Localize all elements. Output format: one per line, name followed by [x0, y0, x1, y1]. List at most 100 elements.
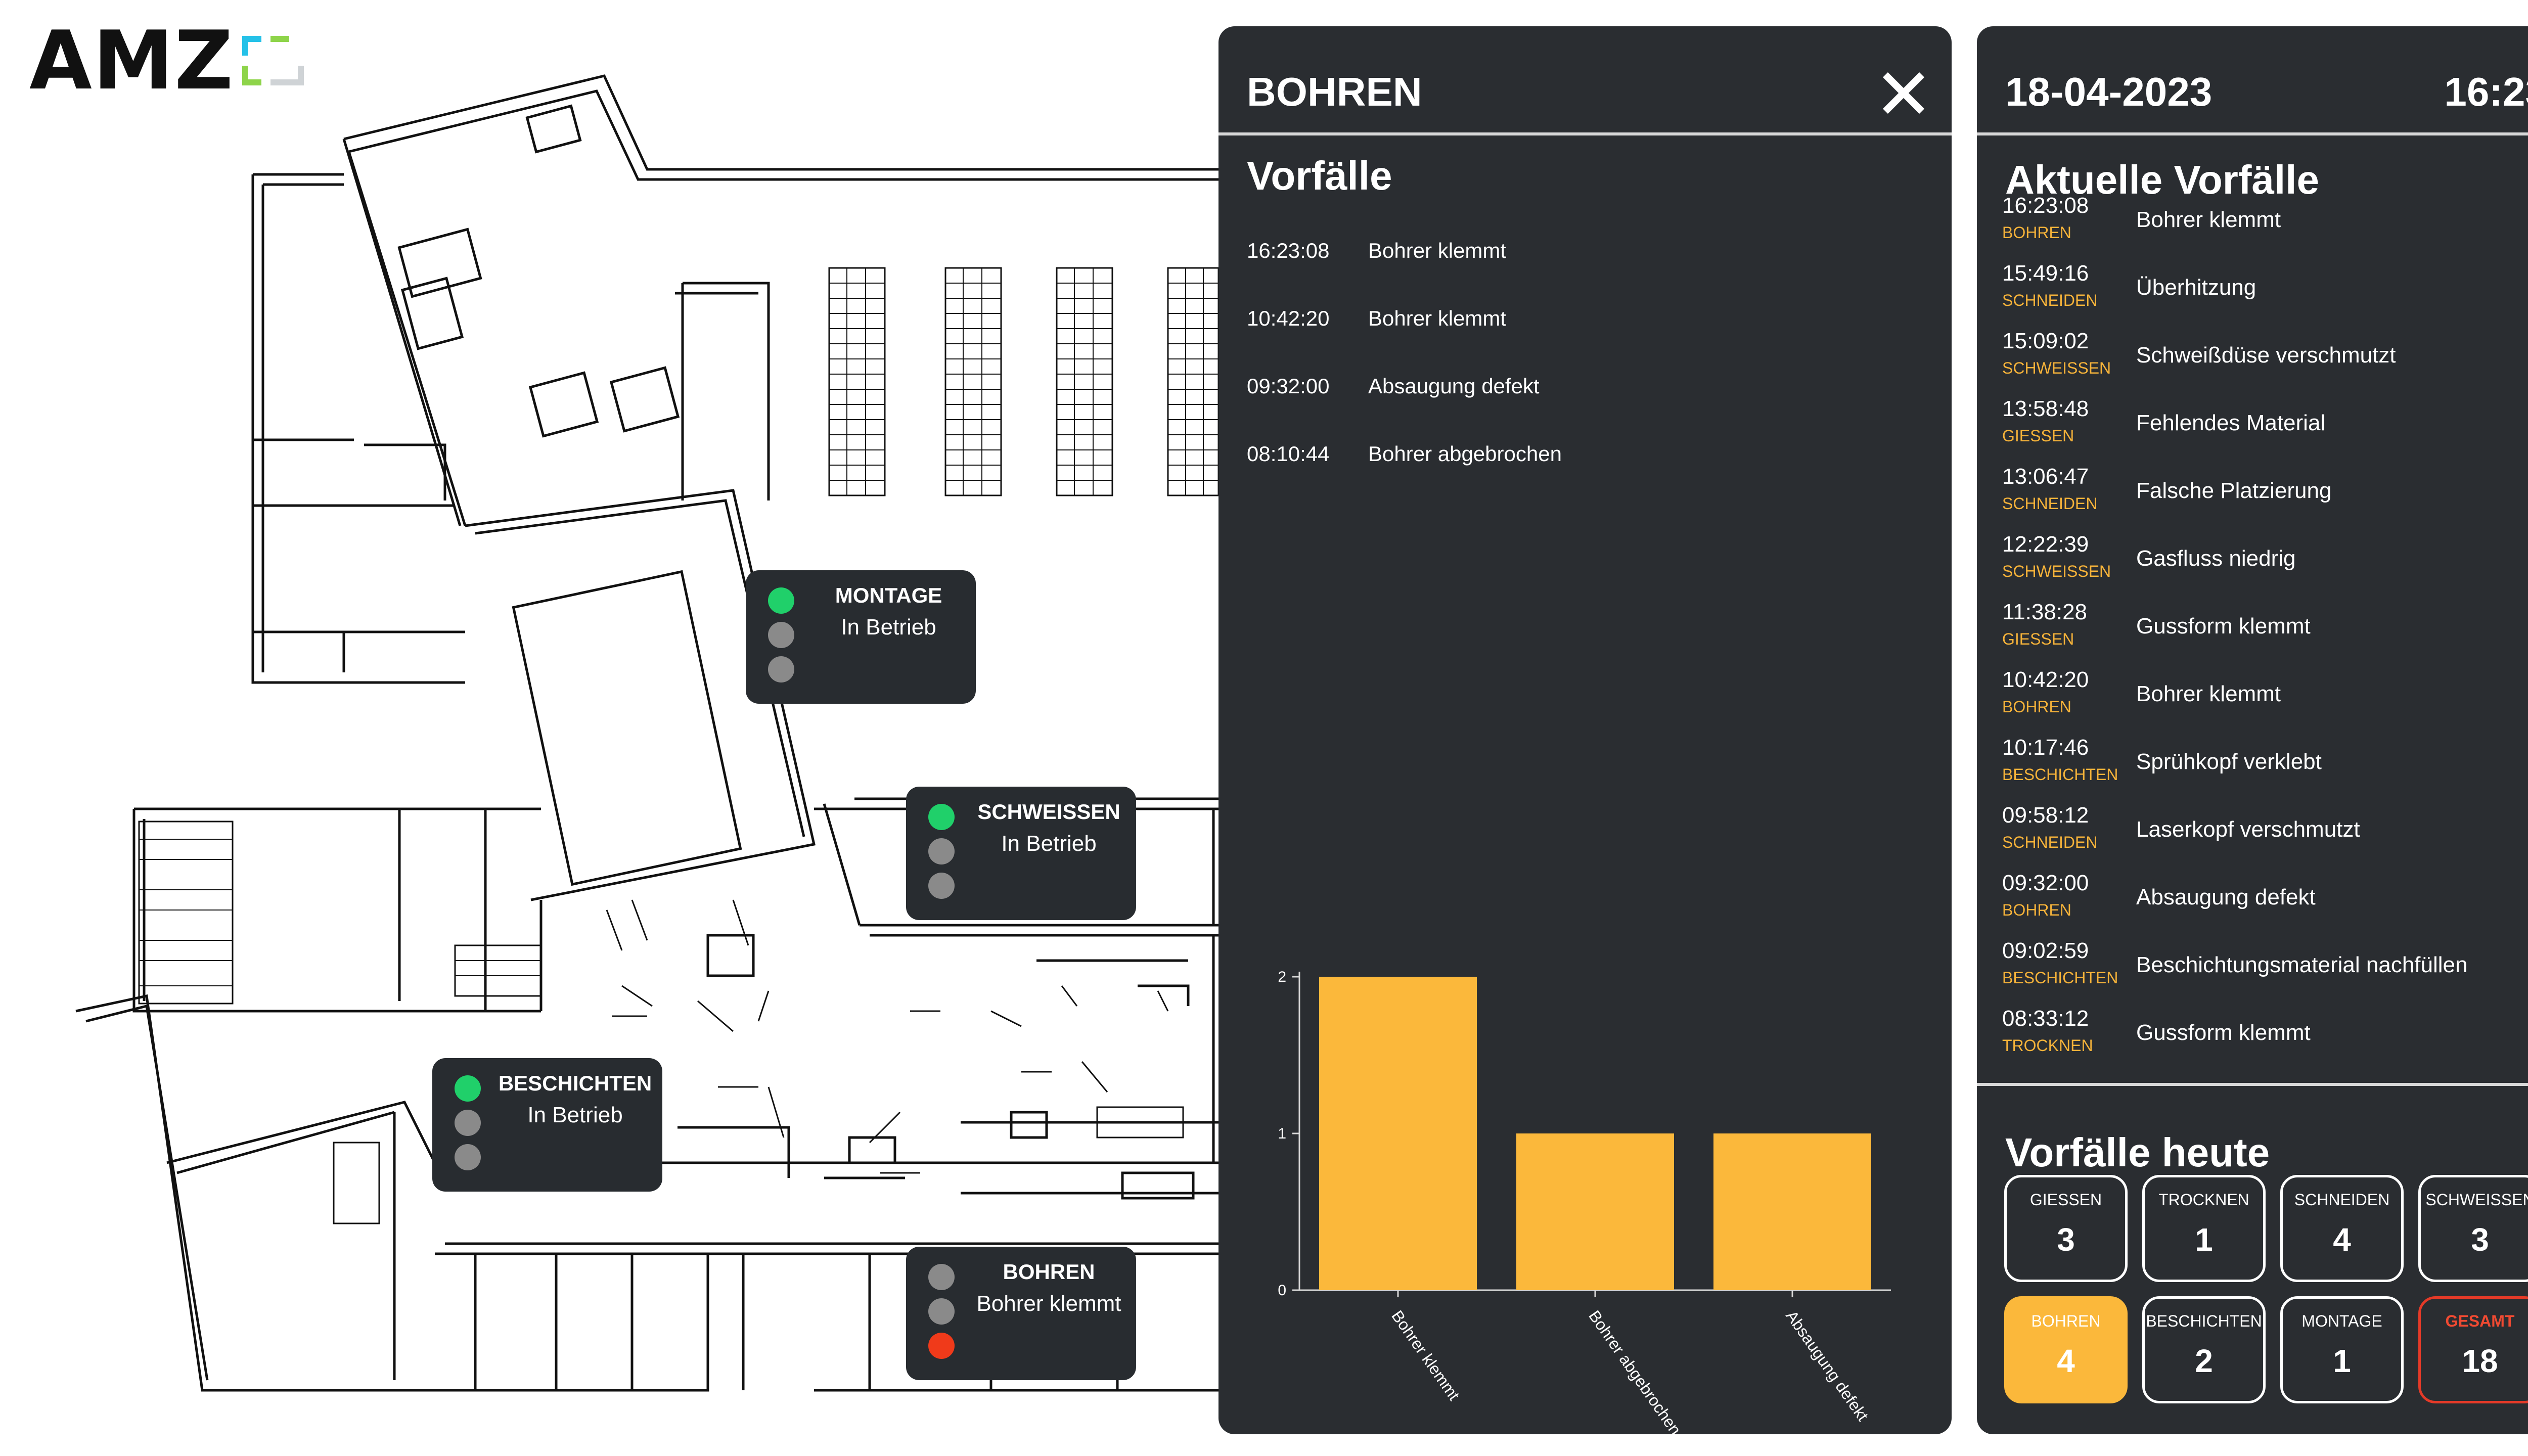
incident-time: 10:17:46 — [2002, 735, 2089, 760]
count-tile-beschichten[interactable]: BESCHICHTEN 2 — [2142, 1296, 2266, 1403]
status-light-yellow — [928, 1298, 955, 1325]
incident-desc: Bohrer klemmt — [2136, 207, 2281, 232]
count-tile-giessen[interactable]: GIESSEN 3 — [2004, 1175, 2128, 1282]
incident-location: BOHREN — [2002, 698, 2071, 716]
incident-time: 13:06:47 — [2002, 464, 2089, 489]
status-light-green — [928, 804, 955, 830]
tile-label: SCHWEISSEN — [2425, 1191, 2528, 1209]
incident-time: 16:23:08 — [2002, 193, 2089, 218]
current-incident-item[interactable]: 15:49:16 SCHNEIDEN Überhitzung — [2002, 261, 2528, 327]
status-light-green — [455, 1075, 481, 1102]
incident-time: 09:02:59 — [2002, 938, 2089, 963]
status-light-green — [928, 1264, 955, 1290]
tile-count: 2 — [2195, 1343, 2213, 1379]
count-tile-schneiden[interactable]: SCHNEIDEN 4 — [2280, 1175, 2404, 1282]
incident-desc: Bohrer klemmt — [1368, 306, 1507, 330]
count-tile-bohren[interactable]: BOHREN 4 — [2004, 1296, 2128, 1403]
current-incident-item[interactable]: 08:33:12 TROCKNEN Gussform klemmt — [2002, 1006, 2528, 1072]
incident-location: SCHNEIDEN — [2002, 494, 2098, 513]
incident-desc: Absaugung defekt — [2136, 885, 2316, 909]
logo: AMZ — [29, 20, 307, 101]
incident-desc: Überhitzung — [2136, 275, 2256, 300]
incident-desc: Gussform klemmt — [2136, 614, 2311, 639]
incidents-heading: Vorfälle — [1247, 153, 1392, 198]
incident-time: 09:58:12 — [2002, 803, 2089, 828]
incident-time: 08:10:44 — [1247, 442, 1330, 466]
incident-desc: Gasfluss niedrig — [2136, 546, 2296, 571]
station-status: In Betrieb — [841, 615, 936, 640]
station-name: SCHWEISSEN — [977, 800, 1120, 824]
incident-desc: Sprühkopf verklebt — [2136, 749, 2322, 774]
count-tile-schweissen[interactable]: SCHWEISSEN 3 — [2418, 1175, 2528, 1282]
incident-time: 12:22:39 — [2002, 532, 2089, 557]
tile-count: 18 — [2462, 1343, 2498, 1379]
tile-count: 3 — [2057, 1221, 2075, 1258]
tile-count: 4 — [2333, 1221, 2351, 1258]
status-light-red — [928, 1333, 955, 1359]
incident-location: SCHWEISSEN — [2002, 359, 2111, 377]
incident-location: SCHWEISSEN — [2002, 562, 2111, 580]
station-name: BOHREN — [1003, 1260, 1095, 1284]
count-tile-trocknen[interactable]: TROCKNEN 1 — [2142, 1175, 2266, 1282]
clock: 16:23 — [2444, 69, 2528, 114]
station-detail-panel: BOHREN Vorfälle 16:23:08 Bohrer klemmt 1… — [1218, 26, 1952, 1434]
tile-label: MONTAGE — [2301, 1312, 2382, 1330]
bar-2 — [1516, 1133, 1674, 1290]
status-light-red — [928, 873, 955, 899]
status-light-yellow — [455, 1110, 481, 1136]
tile-label: BOHREN — [2031, 1312, 2101, 1330]
station-montage[interactable]: MONTAGE In Betrieb — [746, 570, 976, 704]
tile-count: 4 — [2057, 1343, 2075, 1379]
current-incident-item[interactable]: 10:17:46 BESCHICHTEN Sprühkopf verklebt — [2002, 735, 2528, 801]
dashboard: AMZ MONTAGE In Betrieb SCHWEISSEN In Bet… — [0, 0, 2528, 1456]
incident-desc: Bohrer klemmt — [1368, 239, 1507, 262]
y-tick-label: 2 — [1278, 969, 1286, 985]
incident-desc: Beschichtungsmaterial nachfüllen — [2136, 952, 2468, 977]
station-beschichten[interactable]: BESCHICHTEN In Betrieb — [432, 1058, 662, 1192]
current-incident-item[interactable]: 15:09:02 SCHWEISSEN Schweißdüse verschmutz… — [2002, 329, 2528, 394]
detail-header: BOHREN — [1218, 26, 1952, 135]
incident-time: 08:33:12 — [2002, 1006, 2089, 1031]
incident-desc: Fehlendes Material — [2136, 411, 2326, 435]
current-incident-item[interactable]: 12:22:39 SCHWEISSEN Gasfluss niedrig — [2002, 532, 2528, 598]
incident-desc: Bohrer klemmt — [2136, 681, 2281, 706]
count-tile-montage[interactable]: MONTAGE 1 — [2280, 1296, 2404, 1403]
incident-time: 11:38:28 — [2002, 600, 2088, 624]
current-incident-item[interactable]: 09:32:00 BOHREN Absaugung defekt — [2002, 871, 2528, 936]
incident-desc: Gussform klemmt — [2136, 1020, 2311, 1045]
overview-panel: 18-04-2023 16:23 Aktuelle Vorfälle 16:23… — [1977, 26, 2528, 1434]
incident-location: BESCHICHTEN — [2002, 765, 2118, 784]
incident-time: 16:23:08 — [1247, 239, 1330, 262]
station-status: In Betrieb — [1001, 831, 1097, 856]
station-status: In Betrieb — [527, 1103, 623, 1127]
incident-time: 15:49:16 — [2002, 261, 2089, 286]
x-tick-label: Absaugung defekt — [1782, 1307, 1872, 1424]
tile-label: GIESSEN — [2029, 1191, 2102, 1209]
tile-label: TROCKNEN — [2158, 1191, 2249, 1209]
current-incident-item[interactable]: 10:42:20 BOHREN Bohrer klemmt — [2002, 667, 2528, 733]
status-light-yellow — [768, 622, 794, 648]
tile-label: BESCHICHTEN — [2146, 1312, 2262, 1330]
incident-location: TROCKNEN — [2002, 1036, 2093, 1055]
status-light-yellow — [928, 838, 955, 864]
logo-text: AMZ — [29, 13, 235, 108]
count-tile-gesamt[interactable]: GESAMT 18 — [2418, 1296, 2528, 1403]
station-bohren[interactable]: BOHREN Bohrer klemmt — [906, 1247, 1136, 1380]
current-incident-item[interactable]: 09:58:12 SCHNEIDEN Laserkopf verschmutzt — [2002, 803, 2528, 869]
overview-header: 18-04-2023 16:23 — [1977, 26, 2528, 135]
detail-title: BOHREN — [1247, 69, 1422, 114]
station-schweissen[interactable]: SCHWEISSEN In Betrieb — [906, 787, 1136, 920]
station-name: BESCHICHTEN — [498, 1071, 652, 1095]
current-incident-item[interactable]: 16:23:08 BOHREN Bohrer klemmt — [2002, 193, 2528, 259]
incident-desc: Schweißdüse verschmutzt — [2136, 343, 2396, 368]
x-tick-label: Bohrer klemmt — [1388, 1307, 1463, 1403]
logo-mark-icon — [242, 36, 304, 85]
current-incident-item[interactable]: 11:38:28 GIESSEN Gussform klemmt — [2002, 600, 2528, 665]
current-incident-item[interactable]: 13:06:47 SCHNEIDEN Falsche Platzierung — [2002, 464, 2528, 530]
current-incident-item[interactable]: 09:02:59 BESCHICHTEN Beschichtungsmaterial… — [2002, 938, 2528, 1004]
station-name: MONTAGE — [835, 583, 942, 607]
incident-location: GIESSEN — [2002, 630, 2074, 648]
tile-count: 1 — [2195, 1221, 2213, 1258]
current-incident-item[interactable]: 13:58:48 GIESSEN Fehlendes Material — [2002, 396, 2528, 462]
close-icon[interactable] — [1881, 70, 1926, 115]
